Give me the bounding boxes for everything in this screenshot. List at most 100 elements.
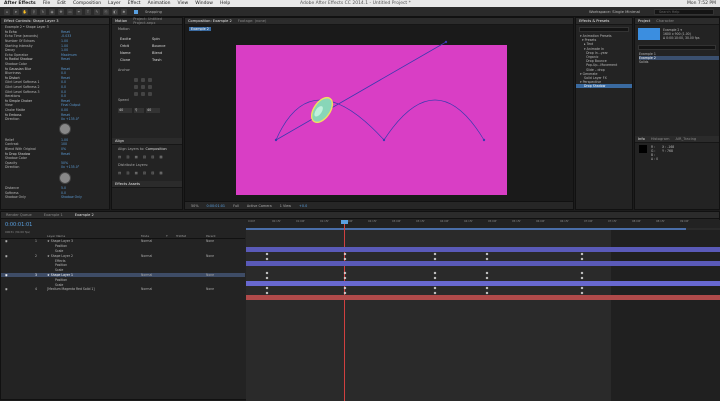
anchor-point-grid[interactable]	[134, 78, 182, 96]
keyframe-marker[interactable]	[580, 291, 584, 295]
layer-name[interactable]: Scale	[55, 249, 63, 253]
keyframe-marker[interactable]	[433, 286, 437, 290]
visibility-eye-icon[interactable]: ◉	[5, 239, 8, 243]
list-item[interactable]: Solids	[639, 60, 719, 64]
align-to-select[interactable]: Composition	[146, 147, 167, 151]
layer-mode-select[interactable]: Normal	[141, 239, 152, 243]
bounce-button[interactable]: Bounce	[152, 44, 174, 48]
distribute-buttons[interactable]: ▤ ▥ ▦ ▧ ▨ ▩	[112, 169, 182, 177]
menu-app[interactable]: After Effects	[4, 1, 36, 6]
property-value[interactable]: Shadow Only	[61, 195, 82, 199]
menu-view[interactable]: View	[178, 1, 189, 6]
layer-duration-bar[interactable]	[246, 261, 720, 267]
keyframe-marker[interactable]	[343, 286, 347, 290]
puppet-tool-icon[interactable]: ✱	[121, 8, 127, 15]
menu-file[interactable]: File	[43, 1, 51, 6]
selection-tool-icon[interactable]: ➤	[13, 8, 19, 15]
effect-property-row[interactable]: Direction 0x +135.0°	[1, 117, 109, 122]
menu-effect[interactable]: Effect	[128, 1, 141, 6]
menu-layer[interactable]: Layer	[108, 1, 121, 6]
eraser-tool-icon[interactable]: ◧	[112, 8, 118, 15]
keyframe-marker[interactable]	[343, 252, 347, 256]
visibility-eye-icon[interactable]: ◉	[5, 287, 8, 291]
keyframe-marker[interactable]	[433, 252, 437, 256]
keyframe-marker[interactable]	[343, 257, 347, 261]
col-mode[interactable]: Mode	[141, 234, 149, 238]
visibility-eye-icon[interactable]: ◉	[5, 273, 8, 277]
search-help-input[interactable]: Search Help	[654, 9, 714, 15]
keyframe-marker[interactable]	[433, 276, 437, 280]
home-icon[interactable]: ⌂	[4, 8, 10, 15]
blend-button[interactable]: Blend	[152, 51, 174, 55]
tab-align[interactable]: Align	[115, 139, 124, 143]
layer-parent-select[interactable]: None	[206, 239, 214, 243]
keyframe-marker[interactable]	[343, 291, 347, 295]
layer-name[interactable]: ★ Shape Layer 1	[47, 273, 73, 277]
comp-time-display[interactable]: 0:00:01:01	[207, 204, 226, 208]
excite-button[interactable]: Excite	[120, 37, 142, 41]
tab-example-1[interactable]: Example 1	[44, 213, 63, 217]
tab-histogram[interactable]: Histogram	[651, 137, 670, 141]
menu-help[interactable]: Help	[220, 1, 230, 6]
tab-info[interactable]: Info	[638, 137, 645, 141]
current-time-display[interactable]: 0:00:01:01	[1, 220, 245, 230]
menu-animation[interactable]: Animation	[148, 1, 171, 6]
col-trkmat[interactable]: TrkMat	[176, 234, 186, 238]
layer-row[interactable]: ◉ 4 [Medium Magenta Red Solid 1] Normal None	[1, 287, 245, 292]
tab-air-tracing[interactable]: AIR_Tracing	[675, 137, 696, 141]
speed-lock-icon[interactable]: ⚲	[134, 108, 144, 113]
keyframe-marker[interactable]	[485, 276, 489, 280]
tab-effects-assets[interactable]: Effects Assets	[115, 182, 140, 186]
effect-property-row[interactable]: Direction 0x +135.0°	[1, 165, 109, 170]
rectangle-tool-icon[interactable]: ▭	[67, 8, 73, 15]
layer-parent-select[interactable]: None	[206, 287, 214, 291]
resolution-select[interactable]: Full	[233, 204, 239, 208]
layer-name[interactable]: ★ Shape Layer 3	[47, 239, 73, 243]
clone-button[interactable]: Clone	[120, 58, 142, 62]
tab-effects-presets[interactable]: Effects & Presets	[579, 19, 609, 23]
keyframe-marker[interactable]	[433, 271, 437, 275]
keyframe-marker[interactable]	[343, 276, 347, 280]
brush-tool-icon[interactable]: ✎	[94, 8, 100, 15]
layer-mode-select[interactable]: Normal	[141, 254, 152, 258]
tab-project-right[interactable]: Project	[638, 19, 650, 23]
layer-name[interactable]: Scale	[55, 283, 63, 287]
camera-tool-icon[interactable]: ◉	[49, 8, 55, 15]
camera-select[interactable]: Active Camera	[247, 204, 272, 208]
layer-duration-bar[interactable]	[246, 280, 720, 286]
name-button[interactable]: Name	[120, 51, 142, 55]
spin-button[interactable]: Spin	[152, 37, 174, 41]
views-select[interactable]: 1 View	[280, 204, 291, 208]
speed-in-field[interactable]: 40	[118, 108, 132, 113]
tree-item[interactable]: Drop Shadow	[576, 84, 632, 89]
layer-mode-select[interactable]: Normal	[141, 287, 152, 291]
property-value[interactable]: 0x +135.0°	[61, 117, 79, 121]
keyframe-marker[interactable]	[265, 276, 269, 280]
layer-name[interactable]: Effects	[55, 259, 66, 263]
tab-motion[interactable]: Motion	[115, 19, 127, 23]
type-tool-icon[interactable]: T	[85, 8, 91, 15]
keyframe-marker[interactable]	[433, 257, 437, 261]
pan-behind-tool-icon[interactable]: ✥	[58, 8, 64, 15]
layer-mode-select[interactable]: Normal	[141, 273, 152, 277]
align-buttons[interactable]: ▤ ▥ ▦ ▧ ▨ ▩	[112, 153, 182, 161]
keyframe-marker[interactable]	[265, 271, 269, 275]
keyframe-marker[interactable]	[485, 271, 489, 275]
keyframe-marker[interactable]	[485, 257, 489, 261]
keyframe-marker[interactable]	[485, 252, 489, 256]
keyframe-marker[interactable]	[580, 252, 584, 256]
tab-character[interactable]: Character	[656, 19, 674, 23]
shadow-direction-dial[interactable]	[59, 171, 71, 184]
presets-search-input[interactable]	[579, 27, 629, 32]
menu-edit[interactable]: Edit	[57, 1, 66, 6]
zoom-tool-icon[interactable]: ⚲	[31, 8, 37, 15]
time-ruler[interactable]: 0:00f 00:15f 01:00f 01:15f 02:00f 02:15f 03:00…	[246, 220, 720, 228]
comp-navigator-button[interactable]: Example 2	[189, 27, 211, 31]
tab-effect-controls[interactable]: Effect Controls: Shape Layer 3	[4, 19, 59, 23]
clone-tool-icon[interactable]: ⎘	[103, 8, 109, 15]
zoom-select[interactable]: 50%	[191, 204, 199, 208]
trash-button[interactable]: Trash	[152, 58, 174, 62]
layer-parent-select[interactable]: None	[206, 254, 214, 258]
tab-composition[interactable]: Composition: Example 2	[188, 19, 232, 23]
menu-window[interactable]: Window	[195, 1, 213, 6]
